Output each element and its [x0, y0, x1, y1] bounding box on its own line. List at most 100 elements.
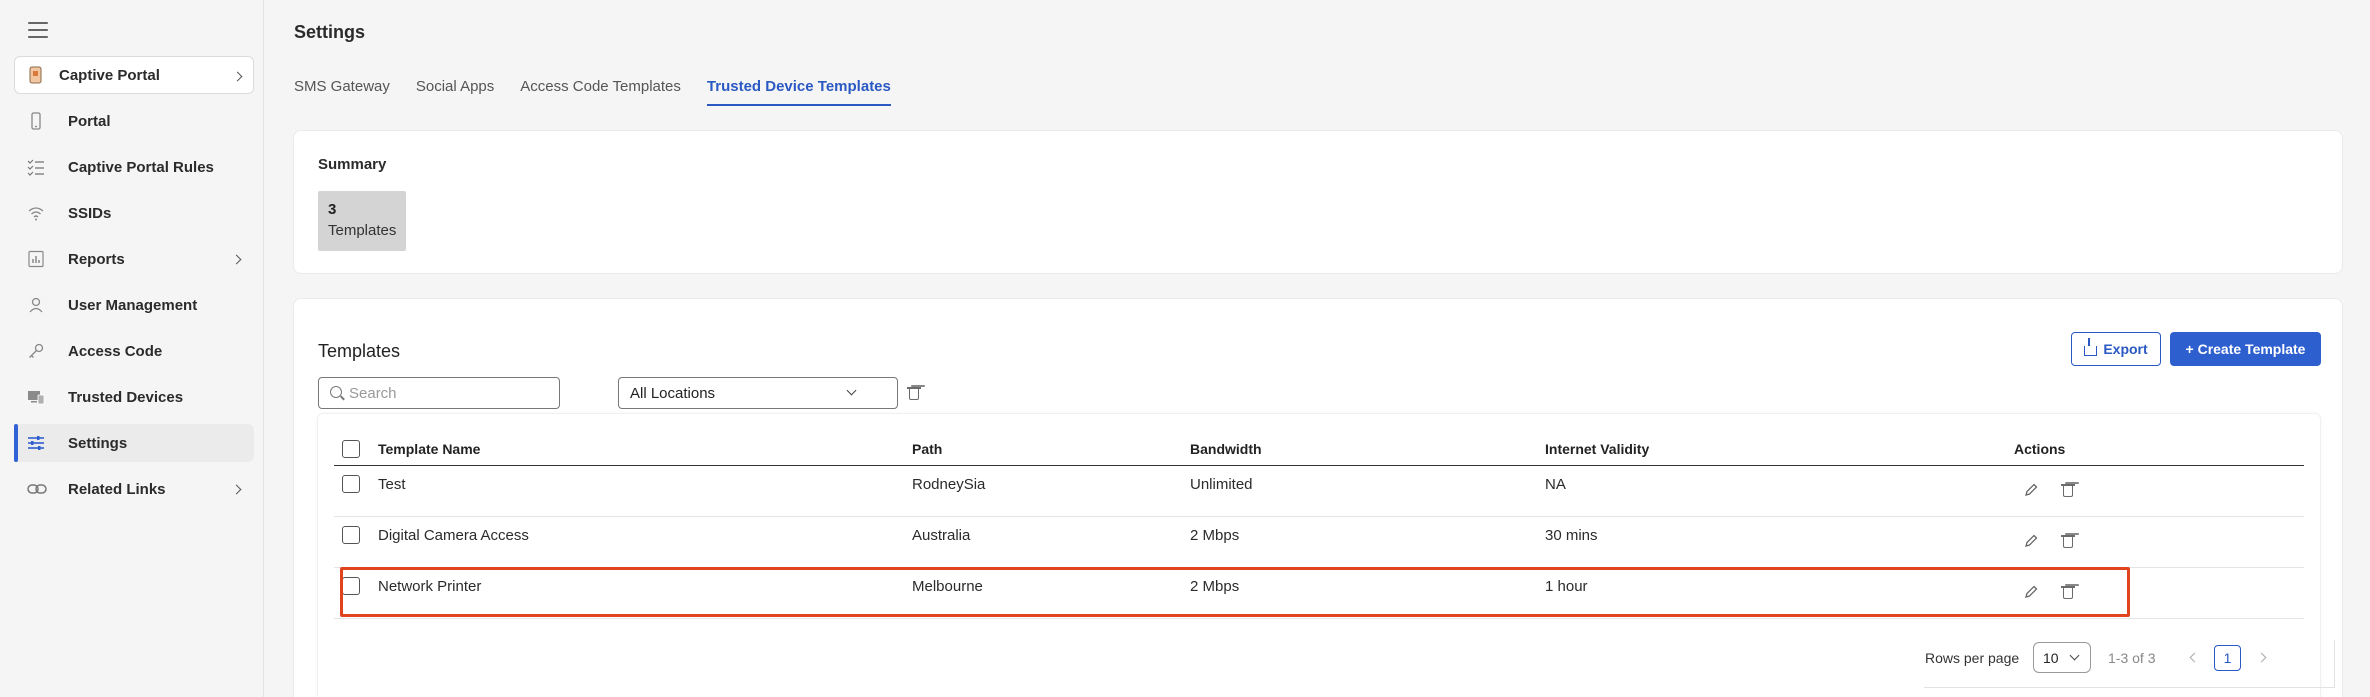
- delete-trash-icon[interactable]: [2061, 585, 2075, 599]
- rows-per-page-select[interactable]: 10: [2033, 642, 2091, 673]
- cell-path: Australia: [912, 527, 971, 544]
- sidebar-item-label: Settings: [68, 434, 128, 452]
- row-checkbox[interactable]: [342, 475, 360, 493]
- sidebar-item-user-management[interactable]: User Management: [14, 286, 254, 324]
- chevron-right-icon: [231, 254, 242, 265]
- search-placeholder: Search: [349, 384, 397, 402]
- page-1-button[interactable]: 1: [2214, 645, 2241, 671]
- templates-card: Templates Search All Locations Export + …: [293, 298, 2343, 697]
- sidebar-item-label: SSIDs: [68, 204, 112, 222]
- delete-trash-icon[interactable]: [2061, 483, 2075, 497]
- search-input[interactable]: Search: [318, 377, 560, 409]
- cell-internet-validity: 30 mins: [1545, 527, 1598, 544]
- column-header-actions: Actions: [2014, 441, 2066, 457]
- cell-bandwidth: 2 Mbps: [1190, 578, 1240, 595]
- row-checkbox[interactable]: [342, 526, 360, 544]
- devices-icon: [27, 388, 45, 406]
- wifi-icon: [27, 204, 45, 222]
- bar-chart-icon: [27, 250, 45, 268]
- rows-per-page-label: Rows per page: [1925, 650, 2020, 666]
- select-all-checkbox[interactable]: [342, 440, 360, 458]
- sidebar-item-label: Related Links: [68, 480, 166, 498]
- sidebar-item-label: Reports: [68, 250, 125, 268]
- pagination-range: 1-3 of 3: [2108, 650, 2156, 666]
- sliders-icon: [27, 434, 45, 452]
- sidebar-item-access-code[interactable]: Access Code: [14, 332, 254, 370]
- sidebar-item-label: User Management: [68, 296, 198, 314]
- sidebar-item-captive-portal-rules[interactable]: Captive Portal Rules: [14, 148, 254, 186]
- summary-count: 3: [328, 201, 337, 218]
- location-filter-value: All Locations: [630, 384, 716, 402]
- row-checkbox[interactable]: [342, 577, 360, 595]
- sidebar-item-settings[interactable]: Settings: [14, 424, 254, 462]
- cell-template-name: Network Printer: [378, 578, 482, 595]
- column-header-bandwidth[interactable]: Bandwidth: [1190, 441, 1262, 457]
- table-row: Digital Camera Access Australia 2 Mbps 3…: [334, 518, 2304, 568]
- edit-pencil-icon[interactable]: [2024, 534, 2038, 548]
- table-row: Test RodneySia Unlimited NA: [334, 467, 2304, 517]
- edit-pencil-icon[interactable]: [2024, 585, 2038, 599]
- sidebar-item-label: Captive Portal Rules: [68, 158, 214, 176]
- summary-count-label: Templates: [328, 222, 397, 239]
- pagination-divider-vertical: [2334, 640, 2335, 688]
- module-label: Captive Portal: [59, 66, 160, 84]
- captive-portal-icon: [27, 66, 45, 84]
- sidebar-item-reports[interactable]: Reports: [14, 240, 254, 278]
- chevron-right-icon: [232, 71, 243, 82]
- edit-pencil-icon[interactable]: [2024, 483, 2038, 497]
- table-header: Template Name Path Bandwidth Internet Va…: [334, 432, 2304, 466]
- cell-bandwidth: Unlimited: [1190, 476, 1253, 493]
- pagination-divider: [1924, 687, 2334, 688]
- summary-card: Summary 3 Templates: [293, 130, 2343, 274]
- cell-template-name: Digital Camera Access: [378, 527, 529, 544]
- active-indicator: [14, 424, 18, 462]
- sidebar-item-label: Access Code: [68, 342, 163, 360]
- cell-path: Melbourne: [912, 578, 983, 595]
- delete-trash-icon[interactable]: [2061, 534, 2075, 548]
- sidebar-item-portal[interactable]: Portal: [14, 102, 254, 140]
- search-icon: [330, 386, 342, 398]
- module-captive-portal[interactable]: Captive Portal: [14, 56, 254, 94]
- cell-path: RodneySia: [912, 476, 986, 493]
- column-header-internet-validity[interactable]: Internet Validity: [1545, 441, 1649, 457]
- tab-social-apps[interactable]: Social Apps: [416, 78, 494, 106]
- export-button[interactable]: Export: [2071, 332, 2161, 366]
- column-header-template-name[interactable]: Template Name: [378, 441, 480, 457]
- summary-title: Summary: [318, 156, 387, 173]
- sidebar-item-ssids[interactable]: SSIDs: [14, 194, 254, 232]
- user-icon: [27, 296, 45, 314]
- sidebar-item-trusted-devices[interactable]: Trusted Devices: [14, 378, 254, 416]
- link-icon: [27, 480, 47, 498]
- tab-access-code-templates[interactable]: Access Code Templates: [520, 78, 681, 106]
- summary-tile-templates[interactable]: 3 Templates: [318, 191, 406, 251]
- page-title: Settings: [294, 22, 366, 42]
- table-row: Network Printer Melbourne 2 Mbps 1 hour: [334, 569, 2304, 619]
- sidebar-item-related-links[interactable]: Related Links: [14, 470, 254, 508]
- templates-table: Template Name Path Bandwidth Internet Va…: [317, 413, 2321, 697]
- location-filter-select[interactable]: All Locations: [618, 377, 898, 409]
- rows-per-page-value: 10: [2043, 649, 2059, 666]
- export-icon: [2084, 338, 2098, 356]
- sidebar-item-label: Portal: [68, 112, 111, 130]
- cell-template-name: Test: [378, 476, 406, 493]
- chevron-down-icon: [2069, 650, 2080, 661]
- sidebar: Captive Portal Portal Captive Portal Rul…: [0, 0, 264, 697]
- tab-sms-gateway[interactable]: SMS Gateway: [294, 78, 390, 106]
- clear-filter-trash-icon[interactable]: [907, 386, 921, 400]
- cell-bandwidth: 2 Mbps: [1190, 527, 1240, 544]
- create-template-button[interactable]: + Create Template: [2170, 332, 2321, 366]
- cell-internet-validity: 1 hour: [1545, 578, 1588, 595]
- tab-trusted-device-templates[interactable]: Trusted Device Templates: [706, 78, 891, 106]
- sidebar-item-label: Trusted Devices: [68, 388, 184, 406]
- chevron-right-icon: [231, 484, 242, 495]
- menu-icon[interactable]: [28, 22, 48, 38]
- templates-title: Templates: [318, 341, 401, 361]
- chevron-down-icon: [846, 385, 857, 396]
- column-header-path[interactable]: Path: [912, 441, 942, 457]
- phone-icon: [27, 112, 45, 130]
- cell-internet-validity: NA: [1545, 476, 1566, 493]
- key-icon: [27, 342, 45, 360]
- checklist-icon: [27, 158, 45, 176]
- create-template-label: + Create Template: [2185, 341, 2306, 357]
- settings-tabs: SMS Gateway Social Apps Access Code Temp…: [294, 78, 891, 106]
